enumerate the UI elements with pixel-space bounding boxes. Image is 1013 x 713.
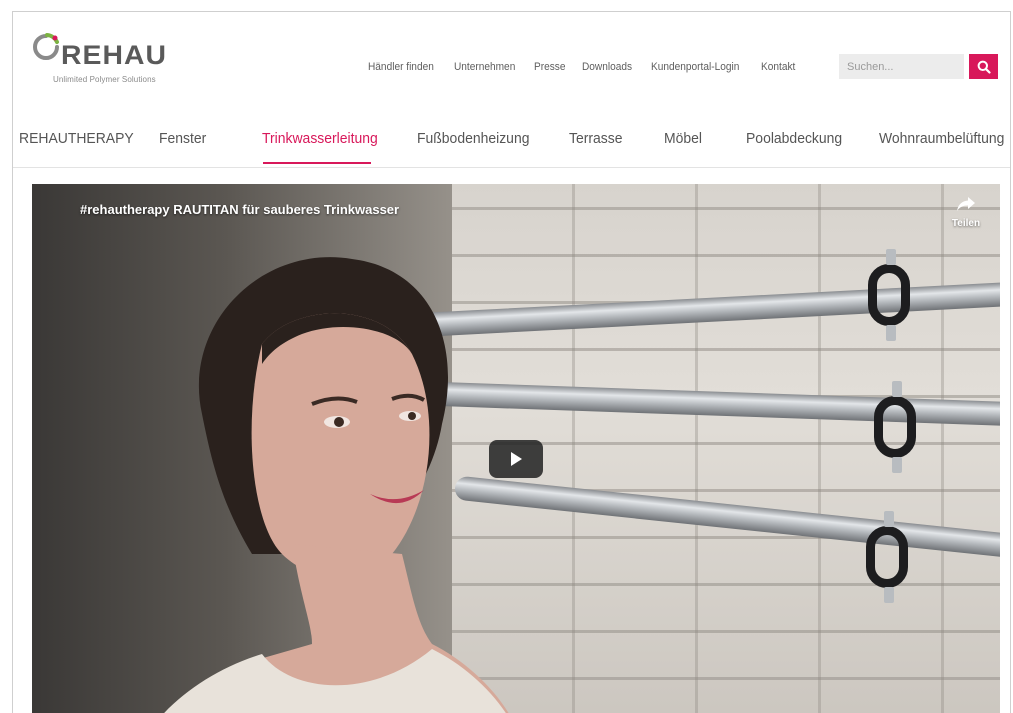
share-button[interactable]: Teilen — [946, 196, 986, 229]
video-player[interactable]: #rehautherapy RAUTITAN für sauberes Trin… — [32, 184, 1000, 713]
main-nav: REHAUTHERAPY Fenster Trinkwasserleitung … — [13, 118, 1010, 168]
utility-nav: Händler finden Unternehmen Presse Downlo… — [368, 61, 812, 73]
search-input[interactable] — [839, 54, 964, 79]
nav-downloads[interactable]: Downloads — [582, 61, 632, 73]
brand-tagline: Unlimited Polymer Solutions — [53, 75, 156, 84]
tab-wohnraumbelueftung[interactable]: Wohnraumbelüftung — [879, 130, 1004, 147]
nav-haendler-finden[interactable]: Händler finden — [368, 61, 434, 73]
search-button[interactable] — [969, 54, 998, 79]
nav-kundenportal-login[interactable]: Kundenportal-Login — [651, 61, 739, 73]
video-title[interactable]: #rehautherapy RAUTITAN für sauberes Trin… — [80, 202, 399, 217]
share-arrow-icon — [957, 197, 975, 211]
tab-fenster[interactable]: Fenster — [159, 130, 206, 147]
active-tab-indicator — [263, 162, 371, 164]
tab-moebel[interactable]: Möbel — [664, 130, 702, 147]
tab-poolabdeckung[interactable]: Poolabdeckung — [746, 130, 842, 147]
pipe-clamp — [868, 249, 910, 341]
pipe-clamp — [874, 381, 916, 473]
share-label: Teilen — [951, 218, 981, 229]
tab-trinkwasserleitung[interactable]: Trinkwasserleitung — [262, 130, 378, 147]
nav-presse[interactable]: Presse — [534, 61, 566, 73]
browser-viewport: REHAU Unlimited Polymer Solutions Händle… — [12, 11, 1011, 713]
nav-kontakt[interactable]: Kontakt — [761, 61, 795, 73]
play-icon — [511, 452, 522, 466]
search-icon — [977, 60, 991, 74]
tab-rehautherapy[interactable]: REHAUTHERAPY — [19, 130, 134, 147]
rehau-logo-mark-icon — [33, 33, 59, 60]
search-box — [839, 54, 999, 79]
tab-fussbodenheizung[interactable]: Fußbodenheizung — [417, 130, 529, 147]
rehau-logo[interactable]: REHAU Unlimited Polymer Solutions — [31, 30, 171, 90]
pipe-clamp — [866, 511, 908, 603]
woman-portrait-image — [164, 257, 509, 713]
play-button[interactable] — [489, 440, 543, 478]
tab-terrasse[interactable]: Terrasse — [569, 130, 623, 147]
brand-wordmark: REHAU — [61, 40, 168, 70]
nav-unternehmen[interactable]: Unternehmen — [454, 61, 515, 73]
